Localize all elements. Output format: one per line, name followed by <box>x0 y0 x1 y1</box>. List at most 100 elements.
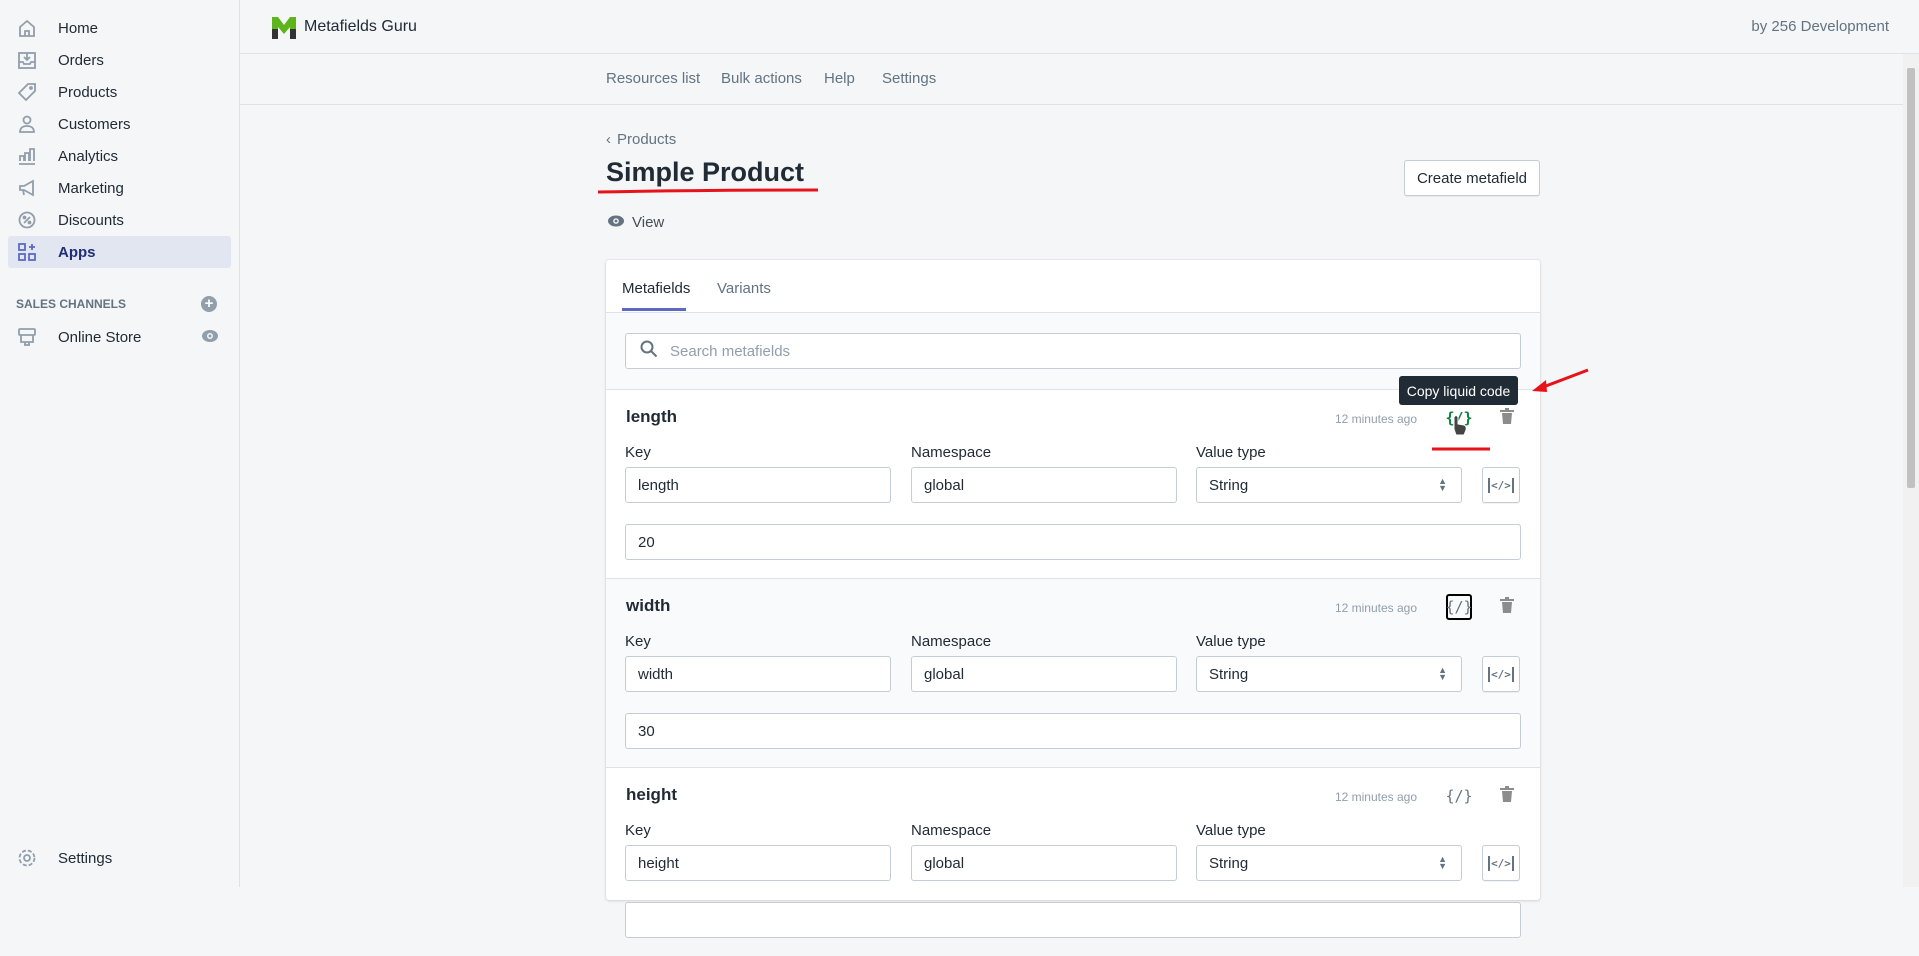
select-arrows-icon: ▲ ▼ <box>1438 476 1447 493</box>
sidebar-item-label: Home <box>58 19 99 37</box>
create-metafield-button[interactable]: Create metafield <box>1404 160 1540 196</box>
active-tab-indicator <box>622 308 686 311</box>
code-editor-button[interactable]: </> <box>1482 467 1520 503</box>
tooltip: Copy liquid code <box>1399 376 1518 405</box>
sidebar-item-label: Online Store <box>58 328 142 346</box>
value-type-label: Value type <box>1196 822 1266 839</box>
sidebar-item-label: Apps <box>58 243 96 261</box>
trash-icon[interactable] <box>1500 597 1514 618</box>
nav-settings[interactable]: Settings <box>882 70 936 87</box>
app-name: Metafields Guru <box>304 17 417 35</box>
key-input[interactable]: height <box>625 845 891 881</box>
copy-liquid-code-button[interactable]: {/} <box>1445 594 1473 620</box>
eye-icon[interactable] <box>201 329 219 347</box>
metafield-section: height 12 minutes ago {/} Key Namespace … <box>606 767 1540 956</box>
sidebar-item-home[interactable]: Home <box>8 12 231 44</box>
sidebar: Home Orders Products Customers Analytics Mark… <box>0 0 240 887</box>
namespace-label: Namespace <box>911 822 992 839</box>
sidebar-item-products[interactable]: Products <box>8 76 231 108</box>
page-title: Simple Product <box>606 157 805 187</box>
sidebar-item-label: Discounts <box>58 211 124 229</box>
code-icon: </> <box>1488 666 1514 682</box>
app-logo <box>272 15 296 39</box>
sidebar-item-marketing[interactable]: Marketing <box>8 172 231 204</box>
value-input[interactable]: 30 <box>625 713 1521 749</box>
eye-icon <box>607 214 625 231</box>
copy-liquid-code-button[interactable]: {/} <box>1445 405 1472 431</box>
sidebar-item-customers[interactable]: Customers <box>8 108 231 140</box>
code-icon: </> <box>1488 855 1514 871</box>
metafield-name: length <box>626 407 677 426</box>
sidebar-item-apps[interactable]: Apps <box>8 236 231 268</box>
namespace-input[interactable]: global <box>911 656 1177 692</box>
select-arrows-icon: ▲ ▼ <box>1438 854 1447 871</box>
sales-channels-title: SALES CHANNELS <box>16 297 127 311</box>
gear-icon <box>16 847 38 869</box>
updated-timestamp: 12 minutes ago <box>1334 601 1417 615</box>
updated-timestamp: 12 minutes ago <box>1334 790 1417 804</box>
namespace-input[interactable]: global <box>911 467 1177 503</box>
nav-bulk-actions[interactable]: Bulk actions <box>721 70 802 87</box>
app-navigation: Resources list Bulk actions Help Setting… <box>240 54 1903 105</box>
metafield-section: length 12 minutes ago {/} Key Namespace … <box>606 389 1540 578</box>
home-icon <box>16 17 38 39</box>
sidebar-item-settings[interactable]: Settings <box>8 842 231 874</box>
sidebar-item-label: Marketing <box>58 179 124 197</box>
sidebar-item-label: Products <box>58 83 118 101</box>
value-type-label: Value type <box>1196 633 1266 650</box>
code-icon: </> <box>1488 477 1514 493</box>
tab-variants[interactable]: Variants <box>717 280 771 297</box>
trash-icon[interactable] <box>1500 408 1514 429</box>
person-icon <box>16 113 38 135</box>
orders-icon <box>16 49 38 71</box>
tab-metafields[interactable]: Metafields <box>622 280 690 297</box>
chevron-left-icon: ‹ <box>606 131 611 148</box>
metafield-section: width 12 minutes ago {/} Key Namespace V… <box>606 578 1540 767</box>
search-input[interactable]: Search metafields <box>625 333 1521 369</box>
search-icon <box>640 340 658 362</box>
add-sales-channel-button[interactable]: + <box>201 296 217 312</box>
sidebar-item-online-store[interactable]: Online Store <box>8 321 231 353</box>
nav-resources-list[interactable]: Resources list <box>606 70 700 87</box>
namespace-label: Namespace <box>911 633 992 650</box>
value-input[interactable] <box>625 902 1521 938</box>
sidebar-item-label: Customers <box>58 115 131 133</box>
sidebar-item-label: Settings <box>58 849 113 867</box>
sidebar-item-label: Orders <box>58 51 104 69</box>
sidebar-item-orders[interactable]: Orders <box>8 44 231 76</box>
value-input[interactable]: 20 <box>625 524 1521 560</box>
bar-chart-icon <box>16 145 38 167</box>
namespace-input[interactable]: global <box>911 845 1177 881</box>
code-editor-button[interactable]: </> <box>1482 845 1520 881</box>
copy-liquid-code-button[interactable]: {/} <box>1445 783 1472 809</box>
scrollbar[interactable] <box>1903 54 1919 887</box>
store-icon <box>16 326 38 348</box>
select-arrows-icon: ▲ ▼ <box>1438 665 1447 682</box>
discount-icon <box>16 209 38 231</box>
key-input[interactable]: width <box>625 656 891 692</box>
sidebar-item-label: Analytics <box>58 147 119 165</box>
nav-help[interactable]: Help <box>824 70 855 87</box>
megaphone-icon <box>16 177 38 199</box>
breadcrumb[interactable]: ‹ Products <box>606 131 676 148</box>
metafield-name: height <box>626 785 677 804</box>
sidebar-item-discounts[interactable]: Discounts <box>8 204 231 236</box>
sidebar-item-analytics[interactable]: Analytics <box>8 140 231 172</box>
value-type-select[interactable]: String ▲ ▼ <box>1196 845 1462 881</box>
key-input[interactable]: length <box>625 467 891 503</box>
key-label: Key <box>625 444 651 461</box>
tag-icon <box>16 81 38 103</box>
code-editor-button[interactable]: </> <box>1482 656 1520 692</box>
metafield-name: width <box>626 596 671 615</box>
metafields-card: Metafields Variants Search metafields le… <box>606 260 1540 938</box>
key-label: Key <box>625 633 651 650</box>
value-type-select[interactable]: String ▲ ▼ <box>1196 656 1462 692</box>
value-type-select[interactable]: String ▲ ▼ <box>1196 467 1462 503</box>
developer-credit: by 256 Development <box>1751 18 1889 35</box>
trash-icon[interactable] <box>1500 786 1514 807</box>
namespace-label: Namespace <box>911 444 992 461</box>
apps-icon <box>16 241 38 263</box>
key-label: Key <box>625 822 651 839</box>
view-link[interactable]: View <box>607 214 664 231</box>
top-bar: Metafields Guru by 256 Development <box>240 0 1919 54</box>
